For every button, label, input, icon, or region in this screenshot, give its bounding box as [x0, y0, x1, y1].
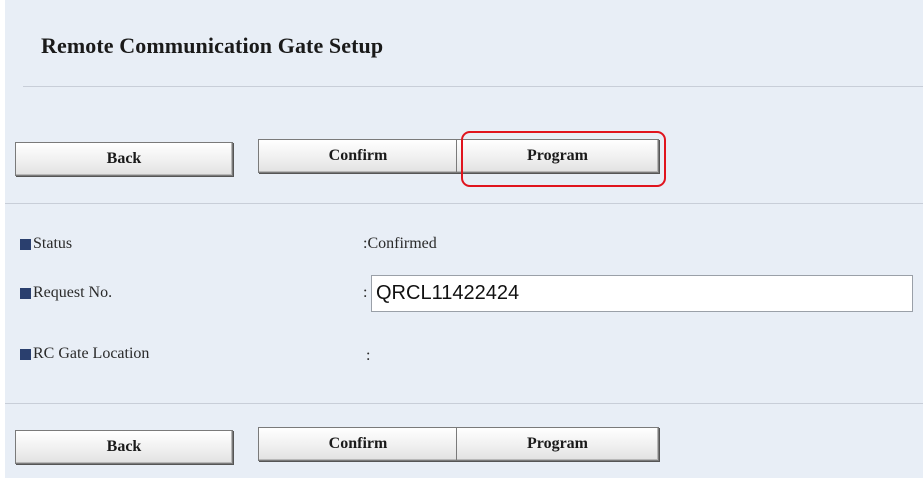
- setup-panel: Remote Communication Gate Setup Back Con…: [5, 0, 923, 478]
- confirm-button-top[interactable]: Confirm: [258, 139, 458, 173]
- request-no-label: Request No.: [20, 284, 112, 302]
- buttons-divider-top: [5, 203, 923, 204]
- page-title: Remote Communication Gate Setup: [41, 33, 384, 58]
- rc-gate-location-label: RC Gate Location: [20, 345, 149, 363]
- status-value-text: Confirmed: [367, 235, 437, 252]
- request-no-colon: :: [363, 284, 368, 301]
- square-bullet-icon: [20, 287, 31, 299]
- square-bullet-icon: [20, 348, 31, 360]
- rc-gate-location-colon: :: [366, 347, 371, 364]
- buttons-divider-bottom: [5, 403, 923, 404]
- status-label: Status: [20, 235, 72, 253]
- confirm-button-bottom[interactable]: Confirm: [258, 427, 458, 461]
- back-button-top[interactable]: Back: [15, 142, 233, 176]
- title-divider: [23, 86, 923, 87]
- status-label-text: Status: [33, 235, 73, 252]
- request-no-input[interactable]: [371, 275, 913, 312]
- program-button-bottom[interactable]: Program: [456, 427, 659, 461]
- program-button-top[interactable]: Program: [456, 139, 659, 173]
- square-bullet-icon: [20, 238, 31, 250]
- request-no-label-text: Request No.: [33, 284, 113, 301]
- status-value: :Confirmed: [363, 235, 437, 253]
- back-button-bottom[interactable]: Back: [15, 430, 233, 464]
- rc-gate-location-label-text: RC Gate Location: [33, 345, 150, 362]
